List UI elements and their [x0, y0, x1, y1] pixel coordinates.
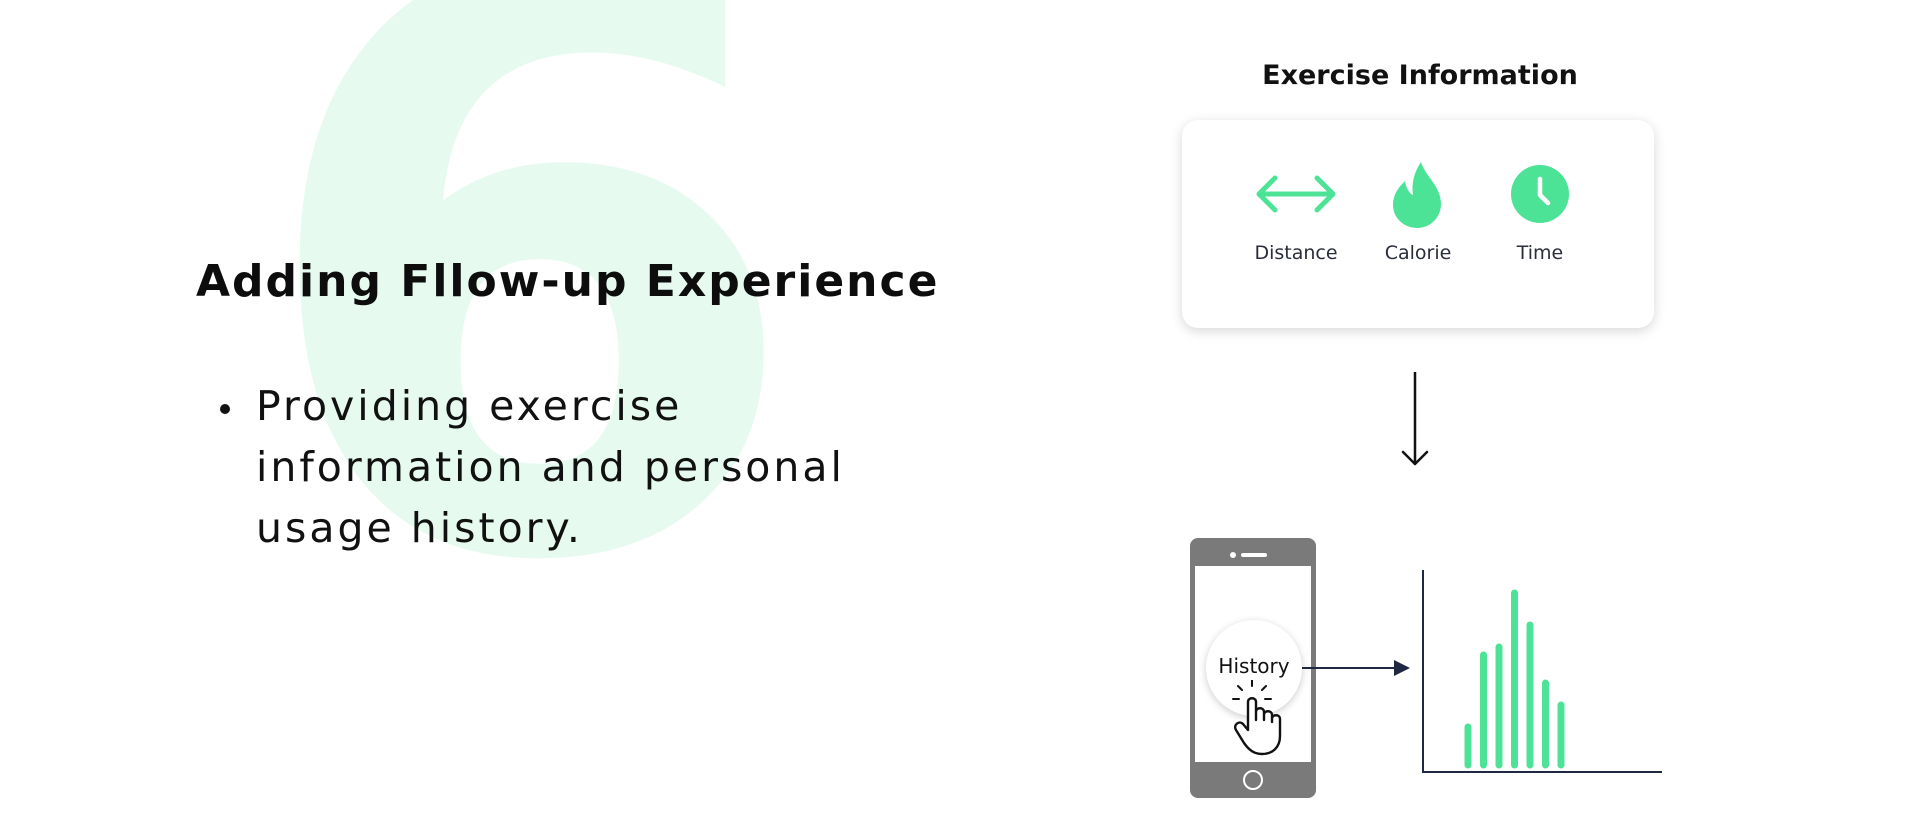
metric-time: Time	[1470, 160, 1610, 264]
down-arrow-icon	[1401, 372, 1429, 466]
history-chart	[1422, 570, 1662, 773]
clock-icon	[1511, 165, 1569, 223]
metric-calorie: Calorie	[1348, 160, 1488, 264]
metric-label: Distance	[1254, 242, 1338, 264]
bullet-item: Providing exercise information and perso…	[214, 376, 914, 559]
right-arrow-icon	[1302, 660, 1410, 676]
metric-distance: Distance	[1226, 160, 1366, 264]
exercise-info-title: Exercise Information	[1262, 60, 1578, 91]
slide-number-watermark: 6	[250, 0, 807, 736]
flame-icon	[1393, 162, 1441, 228]
bullet-list: Providing exercise information and perso…	[214, 376, 914, 559]
double-arrow-icon	[1256, 175, 1336, 213]
tap-hand-icon	[1232, 680, 1282, 756]
exercise-info-card: Distance Calorie Time	[1182, 120, 1654, 328]
slide-heading: Adding Fllow-up Experience	[196, 256, 940, 307]
metric-label: Calorie	[1384, 242, 1452, 264]
metric-label: Time	[1516, 242, 1564, 264]
